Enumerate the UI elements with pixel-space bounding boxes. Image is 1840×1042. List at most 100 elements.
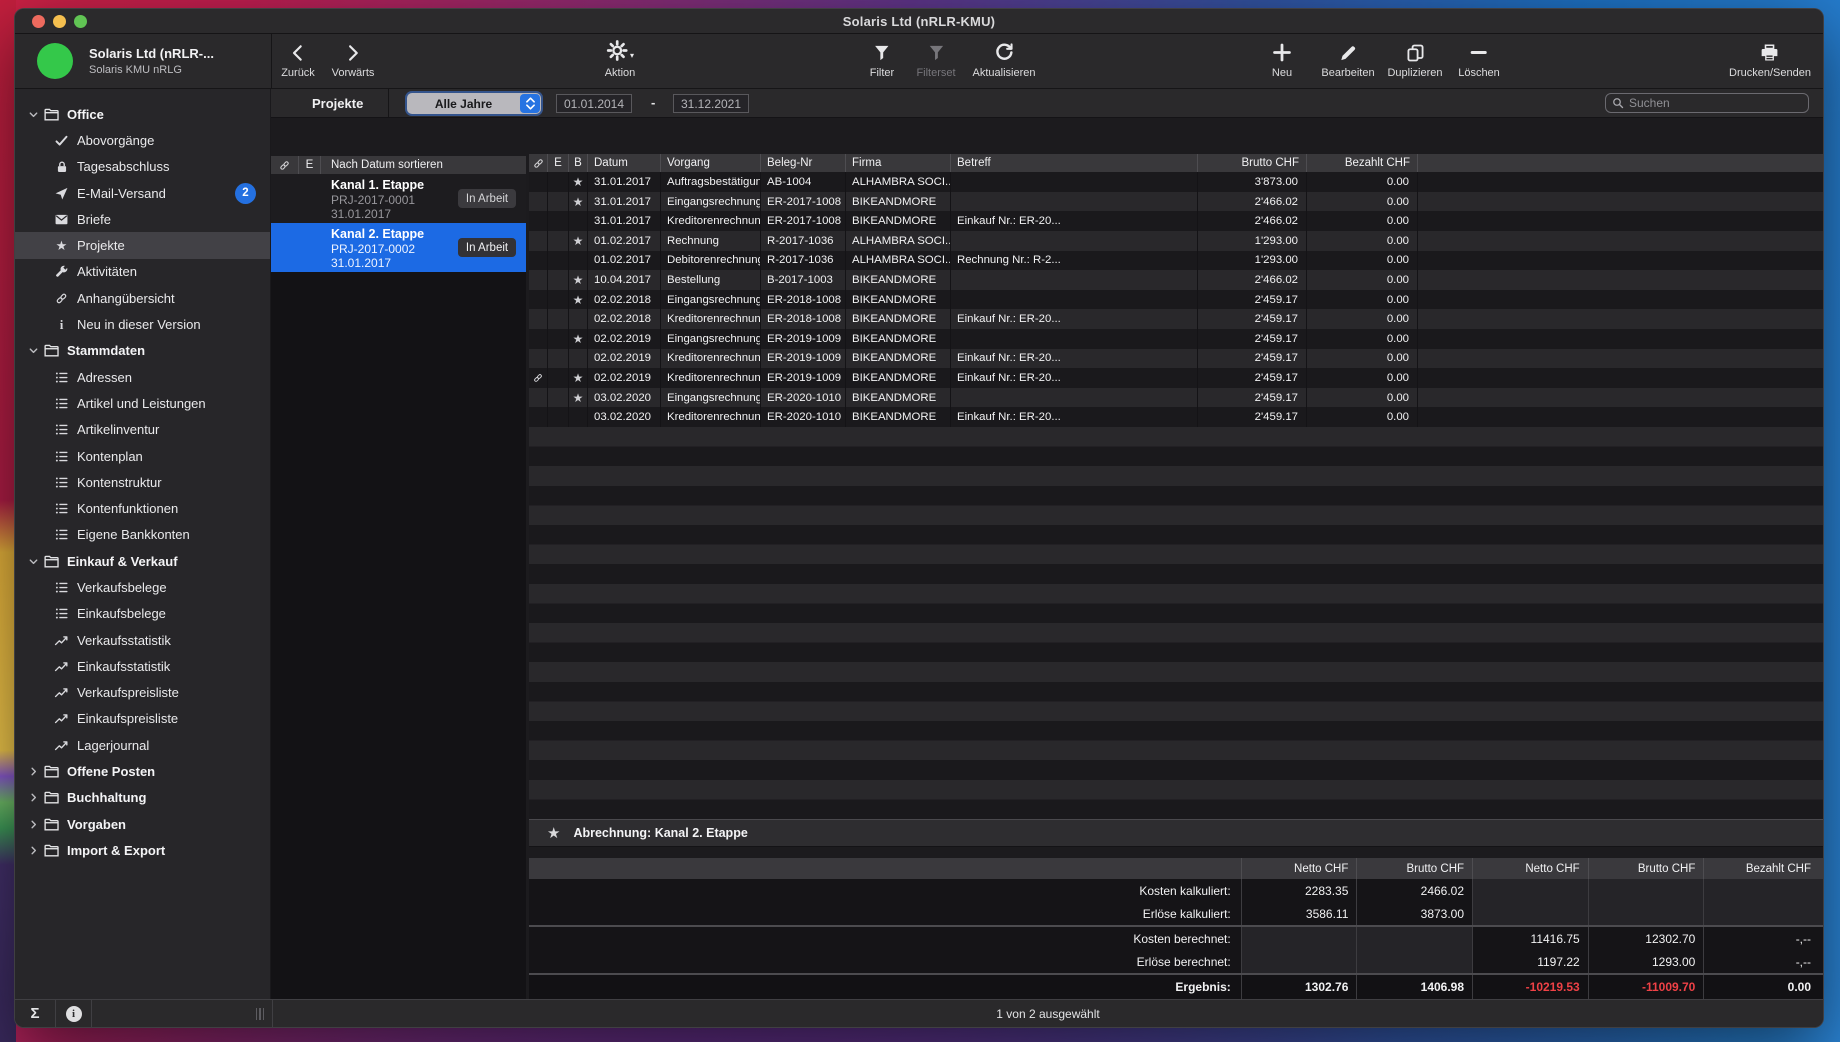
row-datum: 02.02.2019 [588, 349, 661, 369]
table-row[interactable]: 02.02.2019KreditorenrechnungER-2019-1009… [529, 349, 1823, 369]
sort-by-date-header[interactable]: Nach Datum sortieren [321, 156, 526, 174]
table-row[interactable]: ★02.02.2019EingangsrechnungER-2019-1009B… [529, 329, 1823, 349]
e-column-header[interactable]: E [299, 156, 321, 174]
row-vorgang: Eingangsrechnung [661, 388, 761, 408]
sidebar-item-buchhaltung[interactable]: Buchhaltung [15, 785, 270, 811]
filter-button[interactable]: Filter [870, 39, 894, 79]
row-betreff: Einkauf Nr.: ER-20... [951, 309, 1198, 329]
duplicate-icon [1405, 39, 1425, 66]
row-beleg-nr: ER-2018-1008 [761, 309, 846, 329]
datum-column-header[interactable]: Datum [588, 154, 661, 172]
sidebar-item-adressen[interactable]: Adressen [15, 364, 270, 390]
sidebar-item-aktivitäten[interactable]: Aktivitäten [15, 259, 270, 285]
sidebar-item-office[interactable]: Office [15, 101, 270, 127]
sidebar-item-eigene-bankkonten[interactable]: Eigene Bankkonten [15, 522, 270, 548]
table-row[interactable]: 01.02.2017DebitorenrechnungR-2017-1036AL… [529, 251, 1823, 271]
refresh-button[interactable]: Aktualisieren [973, 39, 1036, 79]
zoom-window-button[interactable] [74, 15, 87, 28]
sidebar-item-kontenfunktionen[interactable]: Kontenfunktionen [15, 495, 270, 521]
duplicate-button[interactable]: Duplizieren [1387, 39, 1442, 79]
sidebar-item-verkaufsstatistik[interactable]: Verkaufsstatistik [15, 627, 270, 653]
print-send-button[interactable]: Drucken/Senden [1729, 39, 1811, 79]
chevron-down-icon[interactable] [28, 109, 40, 120]
link-column-header[interactable] [529, 154, 548, 172]
sidebar-item-einkaufsbelege[interactable]: Einkaufsbelege [15, 601, 270, 627]
firma-column-header[interactable]: Firma [846, 154, 951, 172]
bezahlt-column-header[interactable]: Bezahlt CHF [1307, 154, 1418, 172]
date-from-field[interactable]: 01.01.2014 [556, 94, 632, 113]
account-section[interactable]: Solaris Ltd (nRLR-... Solaris KMU nRLG [15, 34, 269, 88]
sidebar-item-artikel-und-leistungen[interactable]: Artikel und Leistungen [15, 390, 270, 416]
table-row[interactable]: ★31.01.2017AuftragsbestätigungAB-1004ALH… [529, 172, 1823, 192]
billing-cell: 1406.98 [1356, 975, 1472, 999]
row-firma: ALHAMBRA SOCI... [846, 172, 951, 192]
chevron-right-icon[interactable] [28, 766, 40, 777]
info-button[interactable]: i [56, 1000, 91, 1027]
forward-button[interactable]: Vorwärts [332, 39, 375, 79]
sidebar-item-briefe[interactable]: Briefe [15, 206, 270, 232]
sidebar-item-einkaufsstatistik[interactable]: Einkaufsstatistik [15, 653, 270, 679]
sidebar-item-stammdaten[interactable]: Stammdaten [15, 338, 270, 364]
sidebar-item-einkaufspreisliste[interactable]: Einkaufspreisliste [15, 706, 270, 732]
sidebar-item-projekte[interactable]: ★Projekte [15, 232, 270, 258]
sidebar-item-einkauf-verkauf[interactable]: Einkauf & Verkauf [15, 548, 270, 574]
year-filter-select[interactable]: Alle Jahre [407, 93, 541, 114]
sidebar-item-e-mail-versand[interactable]: E-Mail-Versand2 [15, 180, 270, 206]
sidebar-item-kontenstruktur[interactable]: Kontenstruktur [15, 469, 270, 495]
sidebar-item-import-export[interactable]: Import & Export [15, 837, 270, 863]
beleg-nr-column-header[interactable]: Beleg-Nr [761, 154, 846, 172]
chevron-right-icon[interactable] [28, 845, 40, 856]
sidebar-item-kontenplan[interactable]: Kontenplan [15, 443, 270, 469]
table-row[interactable]: 02.02.2018KreditorenrechnungER-2018-1008… [529, 309, 1823, 329]
search-input[interactable] [1629, 96, 1802, 110]
sidebar-item-anhangübersicht[interactable]: Anhangübersicht [15, 285, 270, 311]
edit-button[interactable]: Bearbeiten [1321, 39, 1374, 79]
close-window-button[interactable] [32, 15, 45, 28]
table-row[interactable]: 31.01.2017KreditorenrechnungER-2017-1008… [529, 211, 1823, 231]
list-panel-gap [271, 118, 526, 156]
billing-col-header: Netto CHF [1241, 858, 1357, 879]
chevron-down-icon[interactable] [28, 345, 40, 356]
sidebar-item-verkaufspreisliste[interactable]: Verkaufspreisliste [15, 680, 270, 706]
row-bezahlt: 0.00 [1307, 349, 1418, 369]
sidebar-item-lagerjournal[interactable]: Lagerjournal [15, 732, 270, 758]
sidebar-item-tagesabschluss[interactable]: Tagesabschluss [15, 154, 270, 180]
row-b-cell [569, 309, 588, 329]
delete-button[interactable]: Löschen [1458, 39, 1500, 79]
betreff-column-header[interactable]: Betreff [951, 154, 1198, 172]
table-row[interactable]: 03.02.2020KreditorenrechnungER-2020-1010… [529, 407, 1823, 427]
back-button[interactable]: Zurück [281, 39, 315, 79]
table-row[interactable]: ★02.02.2019KreditorenrechnungER-2019-100… [529, 368, 1823, 388]
project-card[interactable]: Kanal 1. EtappePRJ-2017-000131.01.2017In… [271, 174, 526, 223]
action-button[interactable]: ▾ Aktion [605, 39, 636, 79]
table-row[interactable]: ★01.02.2017RechnungR-2017-1036ALHAMBRA S… [529, 231, 1823, 251]
search-field[interactable] [1605, 93, 1809, 113]
sidebar-item-artikelinventur[interactable]: Artikelinventur [15, 417, 270, 443]
sidebar-item-neu-in-dieser-version[interactable]: iNeu in dieser Version [15, 311, 270, 337]
table-row[interactable]: ★10.04.2017BestellungB-2017-1003BIKEANDM… [529, 270, 1823, 290]
sidebar-item-verkaufsbelege[interactable]: Verkaufsbelege [15, 574, 270, 600]
chevron-right-icon[interactable] [28, 792, 40, 803]
table-row[interactable]: ★31.01.2017EingangsrechnungER-2017-1008B… [529, 192, 1823, 212]
e-column-header[interactable]: E [548, 154, 569, 172]
filterset-button[interactable]: Filterset [916, 39, 955, 79]
brutto-column-header[interactable]: Brutto CHF [1198, 154, 1307, 172]
minimize-window-button[interactable] [53, 15, 66, 28]
sidebar-item-offene-posten[interactable]: Offene Posten [15, 758, 270, 784]
chevron-right-icon[interactable] [28, 819, 40, 830]
sidebar-item-abovorgänge[interactable]: Abovorgänge [15, 127, 270, 153]
sum-toggle-button[interactable]: Σ [15, 1000, 55, 1027]
new-button[interactable]: Neu [1272, 39, 1293, 79]
vorgang-column-header[interactable]: Vorgang [661, 154, 761, 172]
b-column-header[interactable]: B [569, 154, 588, 172]
project-card[interactable]: Kanal 2. EtappePRJ-2017-000231.01.2017In… [271, 223, 526, 272]
table-row[interactable]: ★03.02.2020EingangsrechnungER-2020-1010B… [529, 388, 1823, 408]
date-to-field[interactable]: 31.12.2021 [673, 94, 749, 113]
panel-resize-handle[interactable] [256, 1008, 265, 1020]
chevron-down-icon[interactable] [28, 556, 40, 567]
link-column-header[interactable] [271, 156, 299, 174]
row-firma: BIKEANDMORE [846, 407, 951, 427]
row-firma: BIKEANDMORE [846, 368, 951, 388]
table-row[interactable]: ★02.02.2018EingangsrechnungER-2018-1008B… [529, 290, 1823, 310]
sidebar-item-vorgaben[interactable]: Vorgaben [15, 811, 270, 837]
